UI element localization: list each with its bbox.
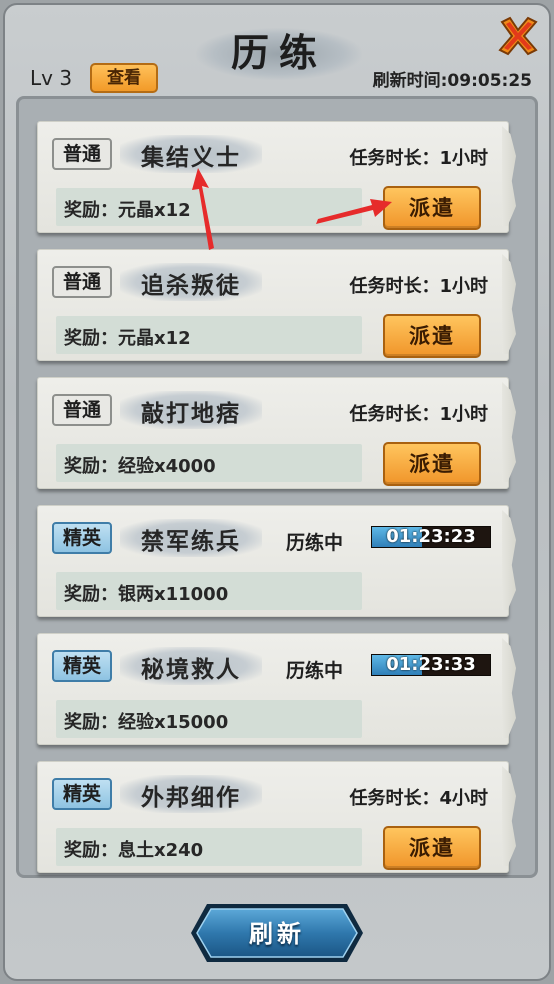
mission-card: 精英 外邦细作 任务时长：4小时 奖励：息土x240 派遣	[37, 761, 509, 873]
mission-duration: 任务时长：1小时	[349, 404, 488, 425]
mission-name: 外邦细作	[141, 785, 241, 811]
reward-text: 奖励：经验x15000	[64, 712, 229, 733]
mission-tag: 普通	[52, 394, 112, 426]
refresh-label: 刷新	[249, 920, 305, 948]
mission-card: 普通 敲打地痞 任务时长：1小时 奖励：经验x4000 派遣	[37, 377, 509, 489]
mission-tag: 精英	[52, 522, 112, 554]
page-title: 历练	[230, 30, 327, 75]
mission-name: 追杀叛徒	[141, 273, 241, 299]
mission-status: 历练中	[286, 532, 344, 554]
view-button[interactable]: 查看	[90, 63, 158, 93]
timer-text: 01:23:33	[386, 654, 476, 675]
mission-tag: 普通	[52, 138, 112, 170]
dispatch-button[interactable]: 派遣	[383, 314, 481, 358]
mission-duration: 任务时长：4小时	[349, 788, 488, 809]
mission-name: 秘境救人	[141, 657, 241, 683]
mission-tag: 精英	[52, 778, 112, 810]
dispatch-button[interactable]: 派遣	[383, 186, 481, 230]
mission-timer: 01:23:23	[371, 526, 491, 548]
reward-box: 奖励：经验x15000	[56, 700, 362, 738]
reward-box: 奖励：元晶x12	[56, 188, 362, 226]
timer-text: 01:23:23	[386, 526, 476, 547]
reward-text: 奖励：经验x4000	[64, 456, 216, 477]
reward-box: 奖励：银两x11000	[56, 572, 362, 610]
mission-duration: 任务时长：1小时	[349, 148, 488, 169]
dispatch-button[interactable]: 派遣	[383, 826, 481, 870]
mission-tag: 精英	[52, 650, 112, 682]
reward-box: 奖励：经验x4000	[56, 444, 362, 482]
close-icon[interactable]	[496, 14, 540, 58]
refresh-time: 刷新时间:09:05:25	[372, 71, 532, 91]
mission-tag: 普通	[52, 266, 112, 298]
reward-text: 奖励：元晶x12	[64, 200, 191, 221]
reward-text: 奖励：息土x240	[64, 840, 204, 861]
mission-card: 普通 集结义士 任务时长：1小时 奖励：元晶x12 派遣	[37, 121, 509, 233]
mission-name: 敲打地痞	[141, 401, 241, 427]
reward-box: 奖励：息土x240	[56, 828, 362, 866]
dispatch-button[interactable]: 派遣	[383, 442, 481, 486]
mission-timer: 01:23:33	[371, 654, 491, 676]
mission-name: 禁军练兵	[141, 529, 241, 555]
reward-box: 奖励：元晶x12	[56, 316, 362, 354]
reward-text: 奖励：元晶x12	[64, 328, 191, 349]
reward-text: 奖励：银两x11000	[64, 584, 229, 605]
player-level: Lv 3	[30, 66, 73, 90]
mission-duration: 任务时长：1小时	[349, 276, 488, 297]
mission-card: 普通 追杀叛徒 任务时长：1小时 奖励：元晶x12 派遣	[37, 249, 509, 361]
mission-name: 集结义士	[141, 145, 241, 171]
mission-card: 精英 禁军练兵 历练中 01:23:23 奖励：银两x11000	[37, 505, 509, 617]
mission-card: 精英 秘境救人 历练中 01:23:33 奖励：经验x15000	[37, 633, 509, 745]
mission-status: 历练中	[286, 660, 344, 682]
